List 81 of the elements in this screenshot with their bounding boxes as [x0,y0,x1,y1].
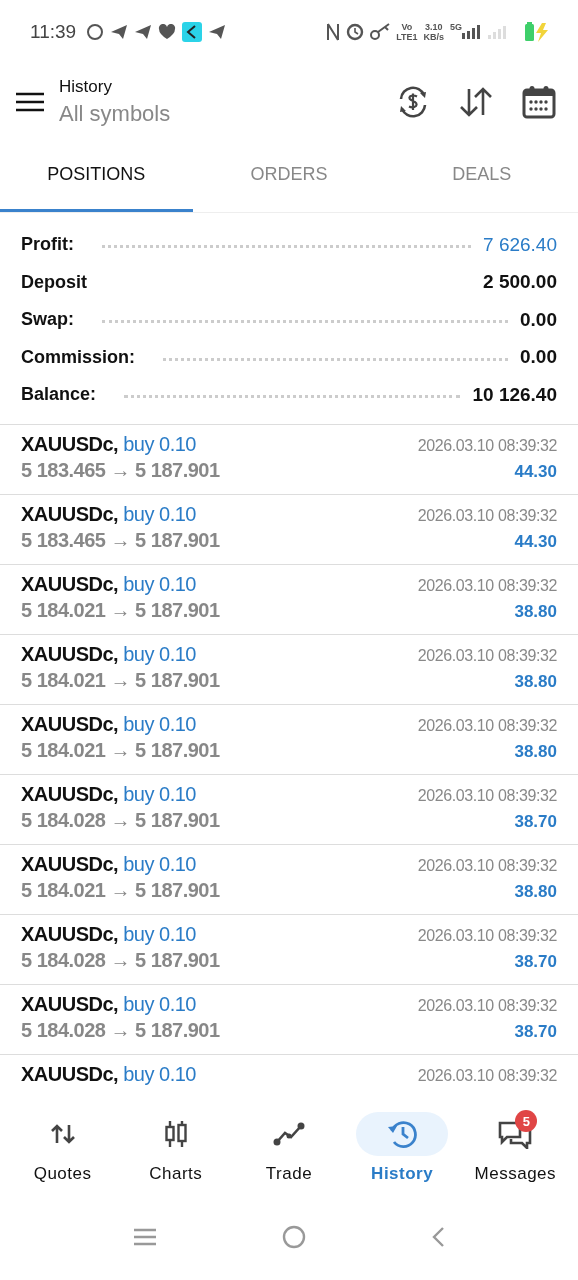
price-range: 5 184.028 → 5 187.901 [21,948,220,972]
position-title[interactable]: XAUUSDc, buy 0.10 [21,712,196,736]
position-profit: 44.30 [514,461,557,482]
network-speed: 3.10 [424,22,443,32]
tab[interactable]: POSITIONS [0,140,193,212]
history-icon [386,1119,419,1149]
speed-unit: KB/s [423,32,444,42]
summary-label: Profit: [21,234,74,256]
arrows-icon [49,1123,76,1145]
price-range: 5 183.465 → 5 187.901 [21,458,220,482]
position-title[interactable]: XAUUSDc, buy 0.10 [21,1062,196,1086]
position-title[interactable]: XAUUSDc, buy 0.10 [21,992,196,1016]
position-profit: 38.80 [514,671,557,692]
price-range: 5 183.465 → 5 187.901 [21,528,220,552]
position-time: 2026.03.10 08:39:32 [417,856,557,875]
back-icon[interactable] [431,1226,446,1248]
position-title[interactable]: XAUUSDc, buy 0.10 [21,642,196,666]
summary-value: 0.00 [520,308,557,331]
nav-tab[interactable]: Charts [123,1112,229,1184]
key-icon [370,23,391,41]
position-title[interactable]: XAUUSDc, buy 0.10 [21,922,196,946]
candlestick-icon [163,1120,188,1148]
summary-value: 0.00 [520,346,557,369]
nav-tab[interactable]: 5 Messages [462,1112,568,1184]
position-profit: 38.80 [514,601,557,622]
sort-icon[interactable] [458,86,494,118]
position-profit: 38.70 [514,1021,557,1042]
price-range: 5 184.021 → 5 187.901 [21,738,220,762]
position-time: 2026.03.10 08:39:32 [417,576,557,595]
app-icon [182,22,203,42]
chat-icon [498,1119,533,1149]
position-title[interactable]: XAUUSDc, buy 0.10 [21,782,196,806]
position-time: 2026.03.10 08:39:32 [417,1066,557,1085]
position-title[interactable]: XAUUSDc, buy 0.10 [21,432,196,456]
position-profit: 38.70 [514,811,557,832]
price-range: 5 184.021 → 5 187.901 [21,598,220,622]
price-range: 5 184.021 → 5 187.901 [21,668,220,692]
price-range: 5 184.028 → 5 187.901 [21,808,220,832]
battery-icon [524,21,550,43]
summary-label: Swap: [21,309,74,331]
position-profit: 38.70 [514,951,557,972]
price-range: 5 184.021 → 5 187.901 [21,878,220,902]
volte-label: Vo [401,22,413,32]
nav-tab[interactable]: Quotes [10,1112,116,1184]
symbol-filter[interactable]: All symbols [59,101,171,127]
summary-label: Commission: [21,346,135,368]
menu-icon[interactable] [16,92,44,112]
position-profit: 38.80 [514,881,557,902]
tab[interactable]: DEALS [385,140,578,212]
nav-tab[interactable]: Trade [236,1112,342,1184]
lte-label: LTE1 [396,32,418,42]
summary-value: 7 626.40 [483,233,557,256]
recent-apps-icon[interactable] [132,1228,157,1246]
price-range: 5 184.028 → 5 187.901 [21,1018,220,1042]
screen-title: History [59,77,113,97]
alarm-icon [346,23,365,41]
position-time: 2026.03.10 08:39:32 [417,786,557,805]
line-chart-icon [272,1122,305,1146]
position-time: 2026.03.10 08:39:32 [417,646,557,665]
nfc-icon [326,22,341,42]
position-time: 2026.03.10 08:39:32 [417,436,557,455]
summary-label: Balance: [21,384,97,406]
summary-label: Deposit [21,271,87,293]
summary-value: 2 500.00 [483,271,557,294]
home-icon[interactable] [282,1225,306,1249]
network-type: 5G [450,22,462,32]
position-time: 2026.03.10 08:39:32 [417,506,557,525]
status-time: 11:39 [30,21,77,43]
position-time: 2026.03.10 08:39:32 [417,996,557,1015]
heart-icon [158,24,177,40]
summary-value: 10 126.40 [472,383,557,406]
position-profit: 44.30 [514,531,557,552]
unread-badge: 5 [515,1110,538,1132]
position-title[interactable]: XAUUSDc, buy 0.10 [21,852,196,876]
tab[interactable]: ORDERS [192,140,386,212]
position-profit: 38.80 [514,741,557,762]
calendar-icon[interactable] [522,85,556,119]
position-time: 2026.03.10 08:39:32 [417,716,557,735]
position-time: 2026.03.10 08:39:32 [417,926,557,945]
position-title[interactable]: XAUUSDc, buy 0.10 [21,502,196,526]
position-title[interactable]: XAUUSDc, buy 0.10 [21,572,196,596]
